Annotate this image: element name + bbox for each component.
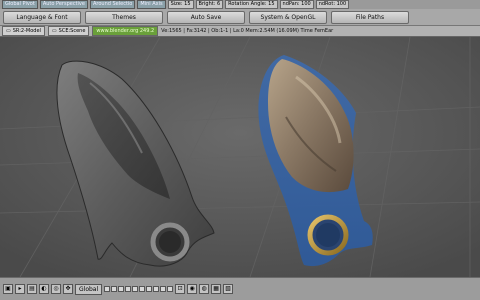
user-prefs-controls: Global Pivot Auto Perspective Around Sel… [0,0,480,9]
ndrot-field[interactable]: ndRot: 100 [315,0,350,9]
viewport-header: ▣ ▸ ▤ ◐ ◎ ✥ Global ⊡ ◉ ◍ ▦ ▧ [0,277,480,300]
layer-buttons[interactable] [104,286,174,292]
scene-icon: ▭ [51,28,57,34]
snap-icon[interactable]: ◍ [199,284,210,294]
layer-button[interactable] [146,286,153,292]
layer-button[interactable] [132,286,139,292]
screen-icon: ▭ [6,28,11,34]
tab-system-opengl[interactable]: System & OpenGL [249,10,327,24]
pivot-icon[interactable]: ◎ [51,284,61,294]
render-icon[interactable]: ◉ [187,284,198,294]
manipulator-icon[interactable]: ✥ [63,284,73,294]
tab-auto-save[interactable]: Auto Save [167,10,245,24]
screen-name: SR:2-Model [12,28,41,34]
layer-button[interactable] [111,286,118,292]
mini-axis-toggle[interactable]: Mini Axis [137,0,166,9]
size-field[interactable]: Size: 15 [167,0,194,9]
mode-icon[interactable]: ▤ [27,284,37,294]
layer-button[interactable] [118,286,125,292]
prefs-tabs: Language & Font Themes Auto Save System … [0,9,480,26]
tab-language-font[interactable]: Language & Font [3,10,81,24]
scene-stats: Ve:1565 | Fa:3142 | Ob:1-1 | La:0 Mem:2.… [161,28,334,34]
ndpan-field[interactable]: ndPan: 100 [279,0,314,9]
auto-perspective-toggle[interactable]: Auto Perspective [39,0,88,9]
3d-viewport[interactable] [0,37,480,277]
view-type-icon[interactable]: ▣ [3,284,13,294]
menu-toggle-icon[interactable]: ▸ [15,284,25,294]
layer-button[interactable] [139,286,146,292]
global-pivot-toggle[interactable]: Global Pivot [2,0,38,9]
screen-browse[interactable]: ▭ SR:2-Model [2,26,45,36]
orientation-select[interactable]: Global [75,283,103,295]
layer-button[interactable] [167,286,174,292]
around-selection-toggle[interactable]: Around Selectio [89,0,136,9]
layer-button[interactable] [153,286,160,292]
tab-themes[interactable]: Themes [85,10,163,24]
layer-button[interactable] [160,286,167,292]
info-header: ▭ SR:2-Model ▭ SCE:Scene www.blender.org 2… [0,26,480,37]
rotation-angle-field[interactable]: Rotation Angle: 15 [225,0,278,9]
draw-type-icon[interactable]: ◐ [39,284,49,294]
extra-icon[interactable]: ▧ [223,284,234,294]
layer-button[interactable] [104,286,111,292]
layer-button[interactable] [125,286,132,292]
tab-file-paths[interactable]: File Paths [331,10,409,24]
lock-icon[interactable]: ⊡ [175,284,186,294]
preview-icon[interactable]: ▦ [211,284,222,294]
bright-field[interactable]: Bright: 6 [195,0,224,9]
scene-browse[interactable]: ▭ SCE:Scene [47,26,90,36]
viewport-canvas [0,37,480,277]
scene-name: SCE:Scene [58,28,86,34]
blender-url-link[interactable]: www.blender.org 249.2 [92,26,159,36]
